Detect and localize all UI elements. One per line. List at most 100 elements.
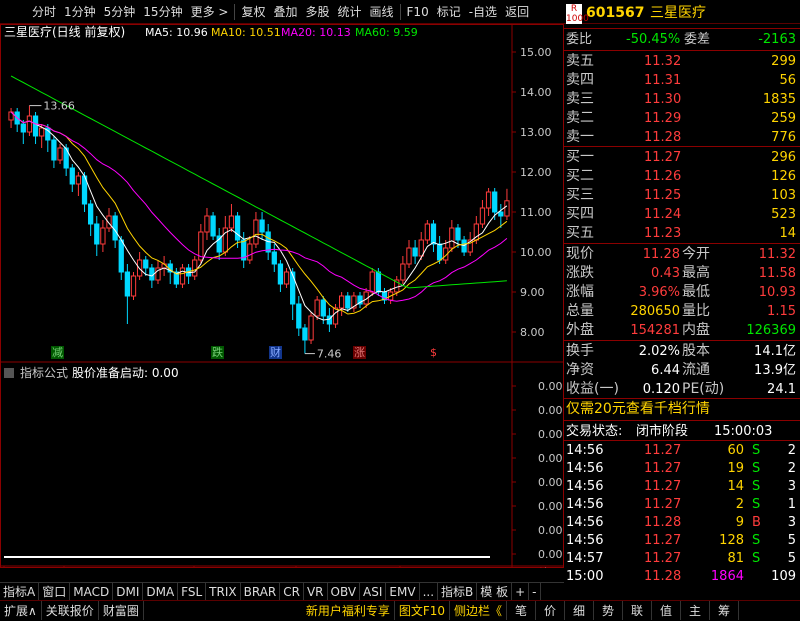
tick-price: 11.27 — [644, 443, 682, 458]
stat-label: 最高 — [682, 265, 710, 281]
stat-label: 涨跌 — [566, 265, 594, 281]
indicator-tab[interactable]: ASI — [360, 583, 387, 600]
sell-level: 卖三 11.30 1835 — [564, 90, 800, 109]
candle-body — [75, 175, 82, 185]
bottom-bar-link[interactable]: 图文F10 — [395, 601, 451, 620]
indicator-tab[interactable]: DMI — [113, 583, 144, 600]
stock-header: R 1000 601567 三星医疗 — [564, 4, 800, 26]
toolbar-item[interactable]: 1分钟 — [60, 0, 100, 24]
toolbar-item[interactable]: 更多 > — [187, 0, 233, 24]
stat-label: 内盘 — [682, 322, 710, 338]
level-price: 11.28 — [644, 130, 682, 145]
level-price: 11.30 — [644, 92, 682, 107]
indicator-tab[interactable]: CR — [280, 583, 304, 600]
indicator-tab[interactable]: 指标B — [438, 583, 478, 600]
toolbar-item[interactable]: 叠加 — [269, 0, 301, 24]
candle-body — [479, 207, 486, 225]
stat-label: 现价 — [566, 246, 594, 262]
indicator-tab[interactable]: 模 板 — [477, 583, 513, 600]
candle-body — [259, 219, 265, 233]
level-volume: 259 — [771, 111, 796, 126]
candle-body — [345, 295, 351, 309]
indicator-tick-label: 0.00 — [538, 380, 563, 393]
level-label: 买三 — [566, 187, 594, 203]
indicator-tab[interactable]: OBV — [328, 583, 361, 600]
stat-row: 总量 280650 量比 1.15 — [564, 302, 800, 321]
indicator-tab[interactable]: BRAR — [241, 583, 281, 600]
level-volume: 1835 — [762, 92, 796, 107]
toolbar-item[interactable]: 复权 — [237, 0, 269, 24]
tick-time: 14:56 — [566, 443, 604, 458]
level-label: 买一 — [566, 149, 594, 165]
bottom-bar-link[interactable]: 新用户福利专享 — [302, 601, 395, 620]
stat-label: 外盘 — [566, 322, 594, 338]
toolbar-item[interactable]: 返回 — [501, 0, 533, 24]
bottom-bar-item[interactable]: 财富圈 — [99, 601, 144, 620]
tick-side: S — [752, 461, 761, 476]
tick-row: 14:56 11.27 19 S 2 — [564, 460, 800, 478]
indicator-tab[interactable]: TRIX — [206, 583, 241, 600]
kline-chart-area[interactable]: 三星医疗 (日线 前复权) MA5: 10.96 MA10: 10.51 MA20: 1… — [0, 24, 564, 581]
indicator-tab[interactable]: 窗口 — [39, 583, 71, 600]
indicator-tick-label: 0.00 — [538, 524, 563, 537]
bottom-bar-item[interactable]: 扩展∧ — [0, 601, 42, 620]
indicator-tab[interactable]: 指标A — [0, 583, 40, 600]
tick-count: 1 — [787, 497, 796, 512]
toolbar-item[interactable]: 标记 — [433, 0, 465, 24]
event-marker-bg — [269, 346, 282, 359]
toolbar-item[interactable]: 分时 — [28, 0, 60, 24]
indicator-tab[interactable]: + — [512, 583, 530, 600]
indicator-tab[interactable]: ... — [420, 583, 439, 600]
bottom-bar-item[interactable]: 关联报价 — [42, 601, 99, 620]
indicator-tab[interactable]: MACD — [70, 583, 114, 600]
kline-chart[interactable]: 三星医疗 (日线 前复权) MA5: 10.96 MA10: 10.51 MA20: 1… — [0, 24, 564, 581]
tick-volume: 1864 — [710, 569, 744, 584]
toolbar-item[interactable]: 5分钟 — [100, 0, 140, 24]
candle-body — [400, 263, 406, 281]
tick-volume: 81 — [727, 551, 744, 566]
indicator-tab[interactable]: EMV — [386, 583, 420, 600]
price-tick-label: 9.00 — [520, 286, 545, 299]
candle-body — [69, 167, 75, 185]
tick-side: S — [752, 551, 761, 566]
stat-value: 11.58 — [758, 266, 796, 281]
candle-body — [51, 139, 57, 161]
indicator-tab[interactable]: - — [529, 583, 541, 600]
candle-body — [283, 271, 290, 285]
tick-price: 11.27 — [644, 497, 682, 512]
indicator-tab[interactable]: DMA — [143, 583, 179, 600]
tick-count: 109 — [771, 569, 796, 584]
buy-level: 买三 11.25 103 — [564, 186, 800, 205]
bottom-bar-link[interactable]: 侧边栏《 — [450, 601, 508, 620]
candle-body — [210, 215, 216, 237]
stat-label: 流通 — [682, 362, 710, 378]
level-volume: 299 — [771, 54, 796, 69]
promo-link[interactable]: 仅需20元查看千档行情 — [564, 400, 800, 419]
tick-row: 14:56 11.28 9 B 3 — [564, 514, 800, 532]
level-price: 11.31 — [644, 73, 682, 88]
tick-count: 3 — [787, 479, 796, 494]
indicator-tick-label: 0.00 — [538, 548, 563, 561]
level-volume: 523 — [771, 207, 796, 222]
candle-body — [39, 127, 45, 137]
indicator-tab[interactable]: VR — [304, 583, 328, 600]
panel-switch-button[interactable]: 价 — [536, 601, 566, 620]
level-price: 11.27 — [644, 150, 682, 165]
candle-body — [143, 259, 149, 269]
stat-value: 24.1 — [767, 382, 796, 397]
toolbar-item[interactable]: F10 — [403, 0, 433, 24]
indicator-tab[interactable]: FSL — [178, 583, 207, 600]
toolbar-item[interactable]: 画线 — [366, 0, 398, 24]
high-label: 13.66 — [43, 100, 75, 113]
toolbar-item[interactable]: -自选 — [465, 0, 501, 24]
event-marker-bg — [353, 346, 366, 359]
candle-body — [88, 203, 94, 225]
price-tick-label: 15.00 — [520, 46, 552, 59]
tick-time: 14:57 — [566, 551, 604, 566]
panel-switch-button[interactable]: 笔 — [507, 601, 537, 620]
stat-label: 收益(一) — [566, 381, 619, 397]
toolbar-item[interactable]: 15分钟 — [139, 0, 186, 24]
toolbar-item[interactable]: 多股 — [301, 0, 333, 24]
level-price: 11.32 — [644, 54, 682, 69]
toolbar-item[interactable]: 统计 — [334, 0, 366, 24]
